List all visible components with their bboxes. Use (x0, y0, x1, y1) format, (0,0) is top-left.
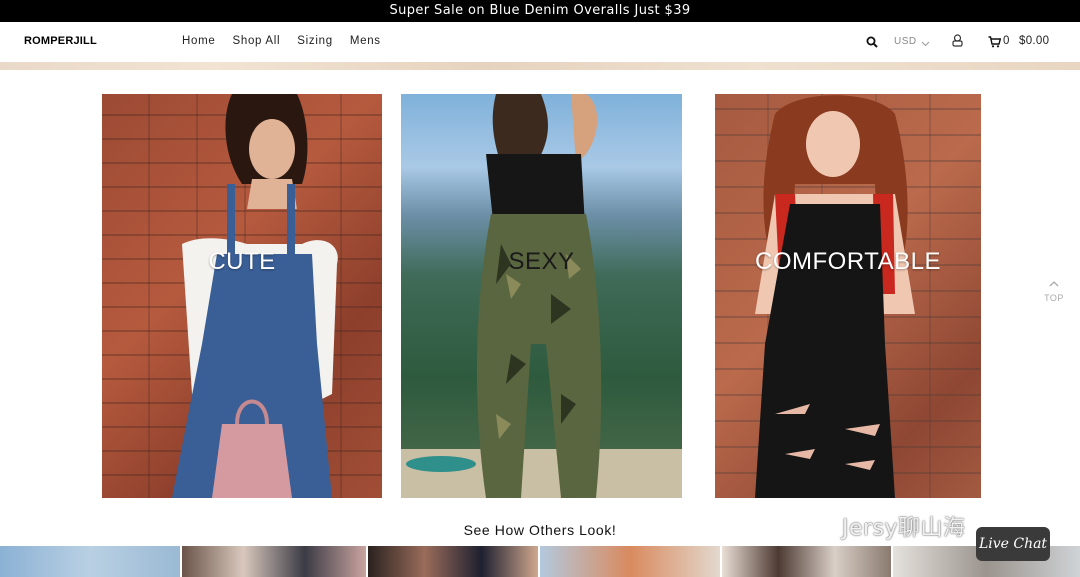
announcement-bar: Super Sale on Blue Denim Overalls Just $… (0, 0, 1080, 22)
customer-photo-gallery (0, 546, 1080, 577)
collection-card-cute[interactable]: CUTE (102, 94, 382, 498)
model-photo-cute (172, 94, 338, 498)
collection-card-comfortable[interactable]: COMFORTABLE (715, 94, 981, 498)
watermark-text: Jersy聊山海 (842, 516, 966, 541)
model-photo-comfortable (755, 95, 915, 498)
nav-sizing[interactable]: Sizing (297, 35, 333, 47)
chevron-down-icon[interactable] (921, 35, 930, 53)
gallery-thumb[interactable] (181, 546, 367, 577)
nav-mens[interactable]: Mens (350, 35, 381, 47)
chevron-up-icon (1049, 281, 1059, 287)
live-chat-button[interactable]: Live Chat (976, 527, 1050, 561)
card-label-comfortable: COMFORTABLE (755, 248, 941, 275)
gallery-thumb[interactable] (540, 546, 720, 577)
gallery-thumb[interactable] (0, 546, 180, 577)
card-label-sexy: SEXY (508, 248, 575, 275)
search-icon[interactable] (866, 35, 878, 53)
nav-shop-all[interactable]: Shop All (232, 35, 280, 47)
currency-selector[interactable]: USD (894, 36, 917, 47)
collection-card-sexy[interactable]: SEXY (401, 94, 682, 498)
cart-count[interactable]: 0 (1003, 35, 1009, 47)
decorative-banner-strip (0, 62, 1080, 70)
announcement-text: Super Sale on Blue Denim Overalls Just $… (389, 3, 691, 18)
site-logo[interactable]: ROMPERJILL (24, 35, 97, 47)
model-photo-sexy (401, 94, 682, 498)
back-to-top-button[interactable]: TOP (1044, 275, 1064, 303)
back-to-top-label: TOP (1044, 293, 1064, 303)
card-label-cute: CUTE (208, 248, 276, 275)
site-header: ROMPERJILL Home Shop All Sizing Mens (0, 22, 1080, 62)
gallery-thumb[interactable] (721, 546, 892, 577)
gallery-thumb[interactable] (368, 546, 539, 577)
cart-total[interactable]: $0.00 (1019, 35, 1049, 47)
user-icon[interactable] (952, 34, 963, 52)
nav-home[interactable]: Home (182, 35, 215, 47)
main-nav: Home Shop All Sizing Mens (182, 35, 381, 47)
cart-icon[interactable] (988, 35, 1002, 53)
